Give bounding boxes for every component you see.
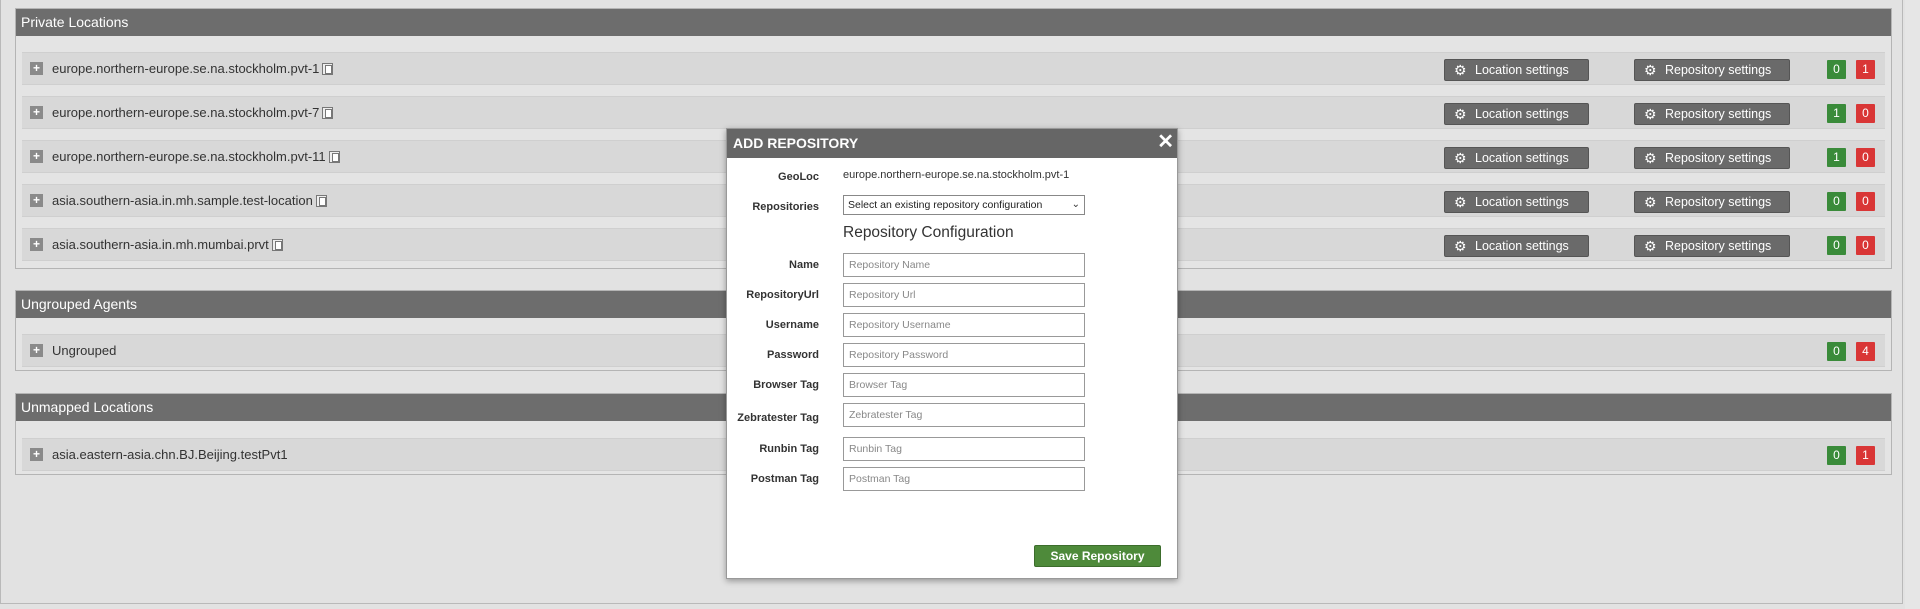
repository-settings-label: Repository settings — [1665, 195, 1772, 209]
gear-icon: ⚙ — [1644, 194, 1657, 210]
gear-icon: ⚙ — [1454, 194, 1467, 210]
plus-icon[interactable]: + — [30, 194, 43, 207]
postman-tag-label: Postman Tag — [750, 473, 819, 485]
repository-settings-button[interactable]: ⚙ Repository settings — [1634, 147, 1790, 169]
geoloc-label: GeoLoc — [778, 171, 819, 183]
gear-icon: ⚙ — [1644, 150, 1657, 166]
offline-count-badge[interactable]: 0 — [1856, 104, 1875, 123]
repository-settings-label: Repository settings — [1665, 107, 1772, 121]
offline-count-badge[interactable]: 0 — [1856, 148, 1875, 167]
name-label: Name — [789, 259, 819, 271]
gear-icon: ⚙ — [1644, 62, 1657, 78]
plus-icon[interactable]: + — [30, 106, 43, 119]
gear-icon: ⚙ — [1644, 238, 1657, 254]
gear-icon: ⚙ — [1454, 150, 1467, 166]
geoloc-value: europe.northern-europe.se.na.stockholm.p… — [843, 169, 1070, 181]
browser-tag-label: Browser Tag — [753, 379, 819, 391]
location-row: + europe.northern-europe.se.na.stockholm… — [22, 96, 1885, 129]
location-name[interactable]: europe.northern-europe.se.na.stockholm.p… — [52, 105, 319, 120]
zebratester-tag-input[interactable] — [843, 403, 1085, 427]
repositories-select-value: Select an existing repository configurat… — [848, 199, 1043, 211]
online-count-badge[interactable]: 0 — [1827, 446, 1846, 465]
location-settings-button[interactable]: ⚙ Location settings — [1444, 59, 1589, 81]
location-settings-label: Location settings — [1475, 239, 1569, 253]
location-settings-label: Location settings — [1475, 107, 1569, 121]
repository-configuration-heading: Repository Configuration — [843, 224, 1014, 241]
repository-settings-label: Repository settings — [1665, 151, 1772, 165]
location-settings-label: Location settings — [1475, 63, 1569, 77]
copy-icon[interactable] — [315, 195, 327, 207]
location-name[interactable]: europe.northern-europe.se.na.stockholm.p… — [52, 149, 326, 164]
online-count-badge[interactable]: 1 — [1827, 104, 1846, 123]
online-count-badge[interactable]: 0 — [1827, 342, 1846, 361]
location-settings-button[interactable]: ⚙ Location settings — [1444, 147, 1589, 169]
password-input[interactable] — [843, 343, 1085, 367]
offline-count-badge[interactable]: 4 — [1856, 342, 1875, 361]
offline-count-badge[interactable]: 1 — [1856, 60, 1875, 79]
repository-name-input[interactable] — [843, 253, 1085, 277]
location-settings-button[interactable]: ⚙ Location settings — [1444, 191, 1589, 213]
location-settings-label: Location settings — [1475, 195, 1569, 209]
location-name[interactable]: asia.southern-asia.in.mh.sample.test-loc… — [52, 193, 313, 208]
repository-settings-label: Repository settings — [1665, 239, 1772, 253]
offline-count-badge[interactable]: 1 — [1856, 446, 1875, 465]
runbin-tag-label: Runbin Tag — [759, 443, 819, 455]
online-count-badge[interactable]: 0 — [1827, 192, 1846, 211]
close-icon[interactable]: ✕ — [1157, 129, 1174, 156]
repository-settings-button[interactable]: ⚙ Repository settings — [1634, 235, 1790, 257]
add-repository-dialog: ADD REPOSITORY ✕ GeoLoc europe.northern-… — [726, 128, 1178, 579]
plus-icon[interactable]: + — [30, 62, 43, 75]
location-name[interactable]: europe.northern-europe.se.na.stockholm.p… — [52, 61, 319, 76]
copy-icon[interactable] — [328, 151, 340, 163]
gear-icon: ⚙ — [1454, 62, 1467, 78]
location-settings-button[interactable]: ⚙ Location settings — [1444, 103, 1589, 125]
password-label: Password — [767, 349, 819, 361]
plus-icon[interactable]: + — [30, 238, 43, 251]
plus-icon[interactable]: + — [30, 344, 43, 357]
location-settings-label: Location settings — [1475, 151, 1569, 165]
repository-settings-button[interactable]: ⚙ Repository settings — [1634, 103, 1790, 125]
online-count-badge[interactable]: 0 — [1827, 236, 1846, 255]
online-count-badge[interactable]: 1 — [1827, 148, 1846, 167]
offline-count-badge[interactable]: 0 — [1856, 236, 1875, 255]
repositories-label: Repositories — [752, 201, 819, 213]
chevron-down-icon: ⌄ — [1071, 199, 1080, 210]
location-row: + europe.northern-europe.se.na.stockholm… — [22, 52, 1885, 85]
repository-settings-label: Repository settings — [1665, 63, 1772, 77]
runbin-tag-input[interactable] — [843, 437, 1085, 461]
gear-icon: ⚙ — [1644, 106, 1657, 122]
gear-icon: ⚙ — [1454, 238, 1467, 254]
section-header: Private Locations — [16, 9, 1891, 36]
repository-url-label: RepositoryUrl — [746, 289, 819, 301]
save-repository-button[interactable]: Save Repository — [1034, 545, 1161, 567]
offline-count-badge[interactable]: 0 — [1856, 192, 1875, 211]
plus-icon[interactable]: + — [30, 448, 43, 461]
location-name[interactable]: asia.southern-asia.in.mh.mumbai.prvt — [52, 237, 269, 252]
location-name[interactable]: Ungrouped — [52, 343, 116, 358]
zebratester-tag-label: Zebratester Tag — [737, 412, 819, 424]
location-settings-button[interactable]: ⚙ Location settings — [1444, 235, 1589, 257]
repositories-select[interactable]: Select an existing repository configurat… — [843, 195, 1085, 215]
location-name[interactable]: asia.eastern-asia.chn.BJ.Beijing.testPvt… — [52, 447, 288, 462]
online-count-badge[interactable]: 0 — [1827, 60, 1846, 79]
browser-tag-input[interactable] — [843, 373, 1085, 397]
plus-icon[interactable]: + — [30, 150, 43, 163]
repository-url-input[interactable] — [843, 283, 1085, 307]
dialog-title: ADD REPOSITORY — [733, 135, 859, 151]
username-label: Username — [765, 319, 819, 331]
copy-icon[interactable] — [271, 239, 283, 251]
vertical-scrollbar[interactable] — [1905, 0, 1920, 609]
repository-settings-button[interactable]: ⚙ Repository settings — [1634, 59, 1790, 81]
repository-settings-button[interactable]: ⚙ Repository settings — [1634, 191, 1790, 213]
gear-icon: ⚙ — [1454, 106, 1467, 122]
username-input[interactable] — [843, 313, 1085, 337]
copy-icon[interactable] — [322, 63, 334, 75]
postman-tag-input[interactable] — [843, 467, 1085, 491]
copy-icon[interactable] — [322, 107, 334, 119]
